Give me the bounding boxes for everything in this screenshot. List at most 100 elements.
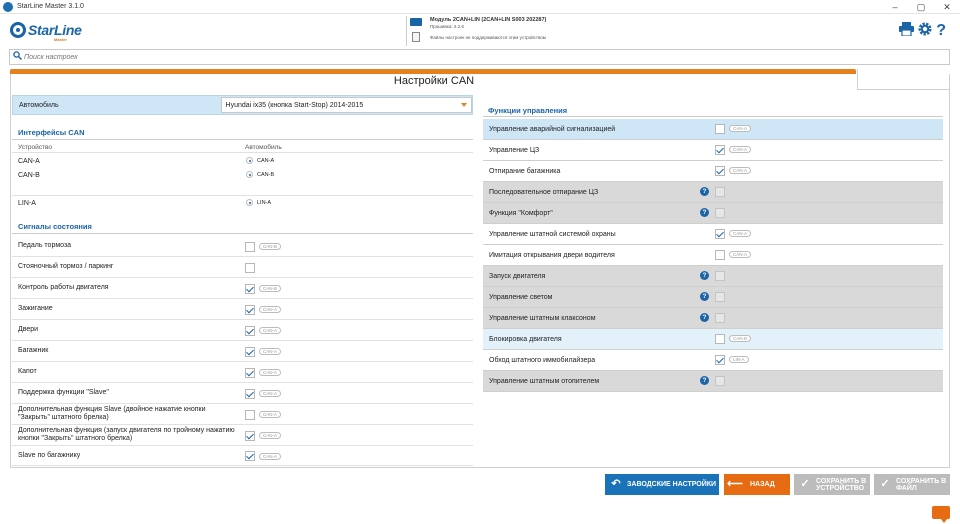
interface-car-radio[interactable]: LIN-A bbox=[246, 199, 271, 206]
signal-label: Контроль работы двигателя bbox=[18, 284, 109, 291]
function-label: Имитация открывания двери водителя bbox=[489, 251, 615, 259]
function-row[interactable]: Управление штатной системой охраны bbox=[483, 224, 943, 245]
help-icon[interactable]: ? bbox=[700, 292, 709, 301]
signal-label: Багажник bbox=[18, 347, 49, 354]
signal-checkbox[interactable] bbox=[245, 346, 255, 357]
signal-label: Поддержка функции "Slave" bbox=[18, 389, 109, 396]
divider bbox=[12, 233, 473, 234]
function-checkbox[interactable] bbox=[715, 376, 725, 386]
signal-checkbox[interactable] bbox=[245, 262, 255, 273]
signal-label: Двери bbox=[18, 326, 39, 333]
signal-checkbox[interactable] bbox=[245, 367, 255, 378]
printer-icon[interactable] bbox=[899, 22, 915, 40]
function-checkbox[interactable] bbox=[715, 250, 725, 260]
function-checkbox[interactable] bbox=[715, 145, 725, 155]
settings-file-status: Файлы настроек не поддерживаются этим ус… bbox=[430, 35, 546, 40]
close-button[interactable]: ✕ bbox=[934, 0, 960, 14]
factory-settings-label: ЗАВОДСКИЕ НАСТРОЙКИ bbox=[627, 481, 717, 488]
minimize-button[interactable]: – bbox=[882, 0, 908, 14]
back-button[interactable]: ⟵ НАЗАД bbox=[724, 474, 790, 495]
signal-row: Контроль работы двигателя bbox=[12, 278, 473, 299]
help-icon[interactable]: ? bbox=[700, 208, 709, 217]
function-label: Управление штатным клаксоном bbox=[489, 314, 596, 322]
radio-icon bbox=[246, 157, 253, 164]
module-name: Модуль 2CAN+LIN (2CAN+LIN S003 202287) bbox=[430, 17, 547, 23]
function-row[interactable]: Управление штатным отопителем bbox=[483, 371, 943, 392]
function-row[interactable]: Последовательное отпирание ЦЗ bbox=[483, 182, 943, 203]
function-label: Последовательное отпирание ЦЗ bbox=[489, 188, 599, 196]
search-icon bbox=[10, 51, 24, 63]
signal-label: Капот bbox=[18, 368, 37, 375]
chat-icon[interactable] bbox=[932, 506, 950, 523]
function-row[interactable]: Управление аварийной сигнализацией bbox=[483, 119, 943, 140]
interface-tag: CAN-A bbox=[729, 146, 752, 153]
help-icon[interactable]: ? bbox=[936, 23, 946, 39]
interface-tag: CAN-A bbox=[259, 306, 282, 313]
interface-tag: CAN-A bbox=[729, 125, 752, 132]
checkmark-icon: ✓ bbox=[880, 478, 890, 490]
function-row[interactable]: Управление ЦЗ bbox=[483, 140, 943, 161]
maximize-button[interactable]: ▢ bbox=[908, 0, 934, 14]
function-row[interactable]: Управление светом bbox=[483, 287, 943, 308]
title-bar: StarLine Master 3.1.0 – ▢ ✕ bbox=[0, 0, 960, 14]
function-label: Отпирание багажника bbox=[489, 167, 561, 175]
checkmark-icon: ✓ bbox=[800, 478, 810, 490]
search-input[interactable] bbox=[24, 53, 924, 61]
app-header: StarLine Master Модуль 2CAN+LIN (2CAN+LI… bbox=[0, 14, 960, 48]
function-checkbox[interactable] bbox=[715, 187, 725, 197]
function-row[interactable]: Обход штатного иммобилайзера bbox=[483, 350, 943, 371]
function-checkbox[interactable] bbox=[715, 313, 725, 323]
document-icon bbox=[412, 32, 420, 42]
signal-checkbox[interactable] bbox=[245, 283, 255, 294]
interface-car-radio[interactable]: CAN-B bbox=[246, 171, 274, 178]
function-row[interactable]: Управление штатным клаксоном bbox=[483, 308, 943, 329]
function-label: Управление ЦЗ bbox=[489, 146, 540, 154]
function-checkbox[interactable] bbox=[715, 124, 725, 134]
starline-logo-icon bbox=[10, 22, 26, 38]
module-chip-icon bbox=[410, 18, 422, 26]
help-icon[interactable]: ? bbox=[700, 313, 709, 322]
signal-checkbox[interactable] bbox=[245, 241, 255, 252]
interface-tag: CAN-A bbox=[259, 452, 282, 460]
function-row[interactable]: Отпирание багажника bbox=[483, 161, 943, 182]
save-to-file-button[interactable]: ✓ СОХРАНИТЬ В ФАЙЛ bbox=[874, 474, 950, 495]
signal-checkbox[interactable] bbox=[245, 304, 255, 315]
save-device-line2: УСТРОЙСТВО bbox=[816, 484, 865, 492]
function-checkbox[interactable] bbox=[715, 292, 725, 302]
function-row[interactable]: Запуск двигателя bbox=[483, 266, 943, 287]
function-row[interactable]: Блокировка двигателя bbox=[483, 329, 943, 350]
signal-checkbox[interactable] bbox=[245, 409, 255, 420]
save-file-line2: ФАЙЛ bbox=[896, 484, 917, 492]
factory-settings-button[interactable]: ↶ ЗАВОДСКИЕ НАСТРОЙКИ bbox=[605, 474, 719, 495]
help-icon[interactable]: ? bbox=[700, 376, 709, 385]
function-checkbox[interactable] bbox=[715, 334, 725, 344]
signal-row: Капот bbox=[12, 362, 473, 383]
interface-tag: CAN-A bbox=[729, 251, 752, 258]
function-checkbox[interactable] bbox=[715, 208, 725, 218]
interface-row: LIN-A bbox=[12, 197, 473, 210]
function-row[interactable]: Функция "Комфорт" bbox=[483, 203, 943, 224]
signal-checkbox[interactable] bbox=[245, 388, 255, 399]
gear-icon[interactable] bbox=[918, 22, 932, 40]
interface-tag: CAN-A bbox=[259, 432, 282, 439]
help-icon[interactable]: ? bbox=[700, 271, 709, 280]
signal-checkbox[interactable] bbox=[245, 325, 255, 336]
signal-row: Дополнительная функция Slave (двойное на… bbox=[12, 404, 473, 425]
function-checkbox[interactable] bbox=[715, 355, 725, 365]
function-label: Управление аварийной сигнализацией bbox=[489, 125, 616, 133]
signal-checkbox[interactable] bbox=[245, 430, 255, 441]
divider bbox=[12, 195, 473, 196]
function-checkbox[interactable] bbox=[715, 271, 725, 281]
function-checkbox[interactable] bbox=[715, 229, 725, 239]
signal-row: Slave по багажнику bbox=[12, 446, 473, 466]
function-checkbox[interactable] bbox=[715, 166, 725, 176]
help-icon[interactable]: ? bbox=[700, 187, 709, 196]
function-label: Обход штатного иммобилайзера bbox=[489, 356, 596, 364]
signal-label: Slave по багажнику bbox=[18, 451, 81, 459]
signal-checkbox[interactable] bbox=[245, 451, 255, 461]
interface-car-radio[interactable]: CAN-A bbox=[246, 157, 274, 164]
signal-row: Зажигание bbox=[12, 299, 473, 320]
car-select[interactable]: Hyundai ix35 (кнопка Start-Stop) 2014-20… bbox=[220, 97, 472, 113]
function-row[interactable]: Имитация открывания двери водителя bbox=[483, 245, 943, 266]
save-to-device-button[interactable]: ✓ СОХРАНИТЬ В УСТРОЙСТВО bbox=[794, 474, 870, 495]
